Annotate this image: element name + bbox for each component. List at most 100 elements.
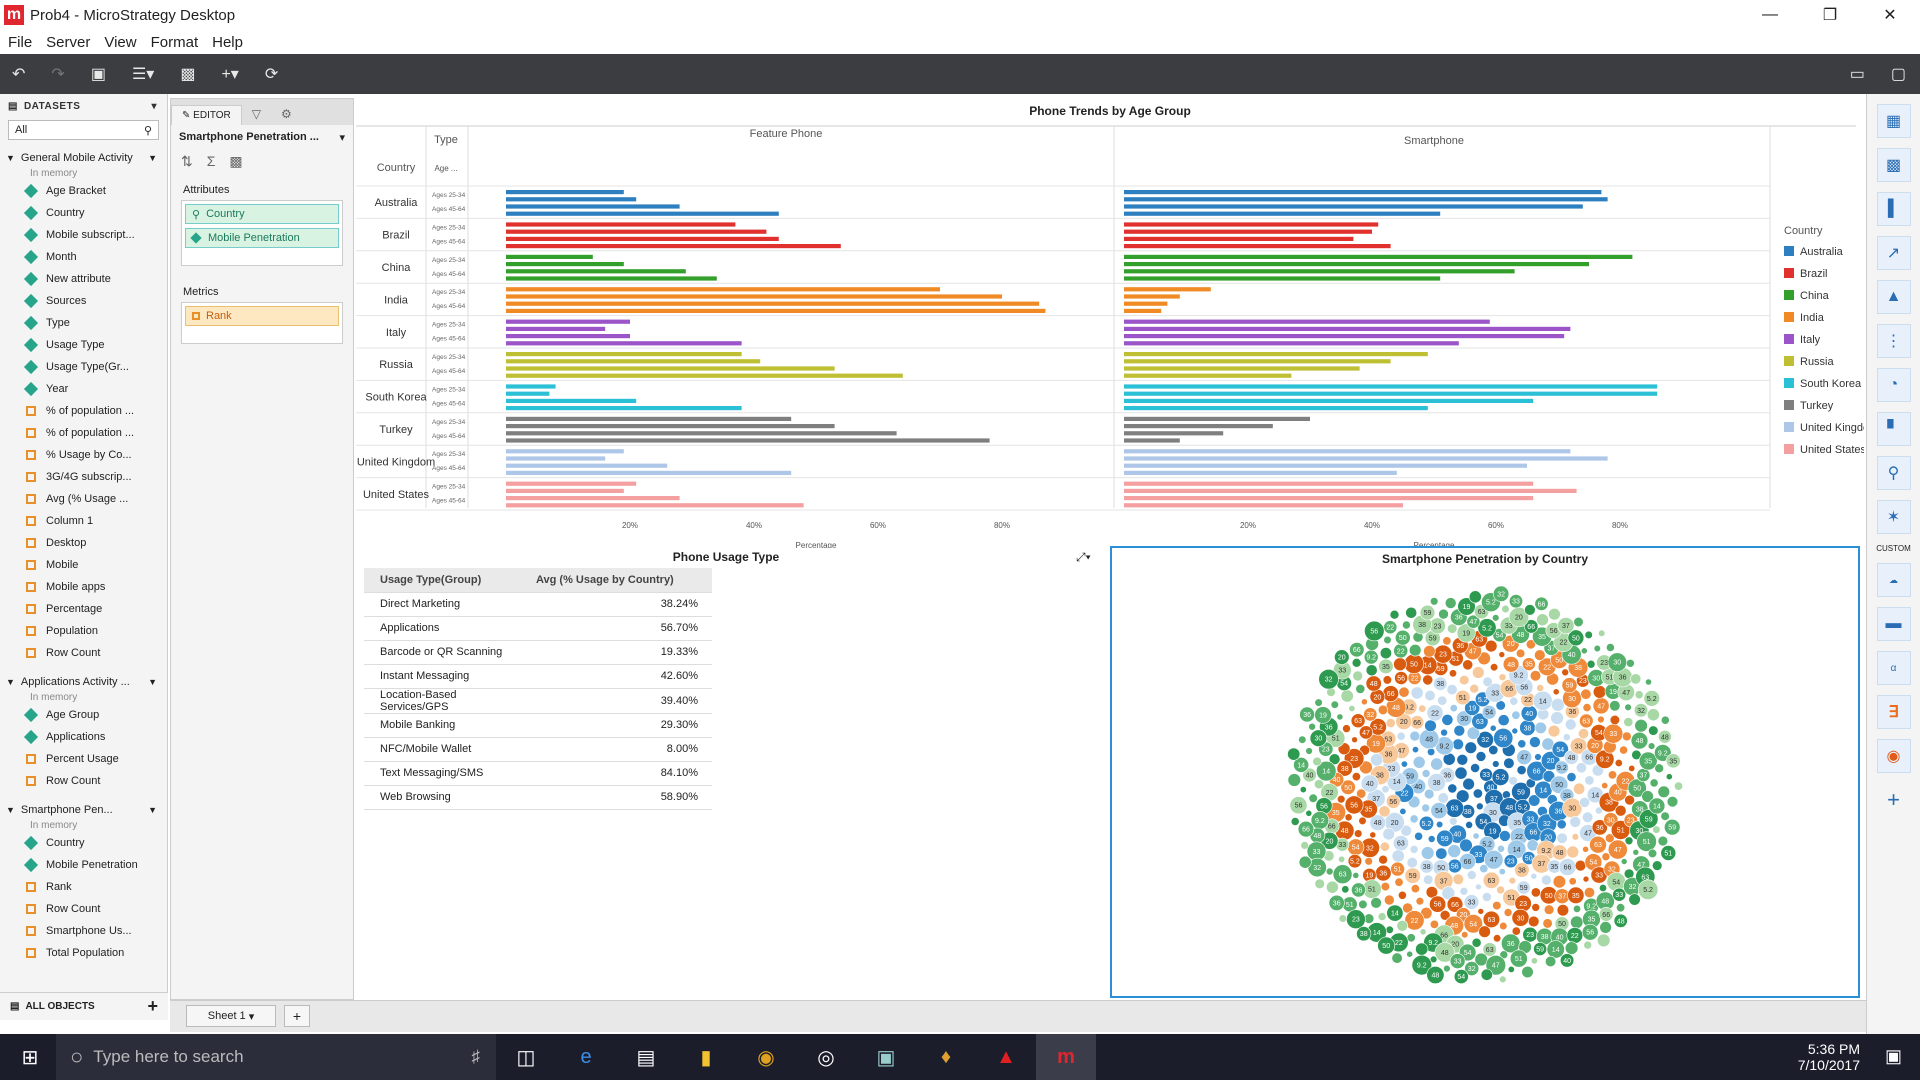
bubble[interactable] bbox=[1338, 914, 1347, 923]
bubble[interactable] bbox=[1470, 763, 1480, 773]
bubble[interactable] bbox=[1480, 968, 1493, 981]
bubble[interactable] bbox=[1472, 832, 1480, 840]
chevron-down-icon[interactable]: ▾ bbox=[151, 101, 157, 112]
bubble[interactable] bbox=[1410, 884, 1420, 894]
bubble[interactable] bbox=[1616, 903, 1626, 913]
fullscreen-icon[interactable]: ▢ bbox=[1891, 64, 1906, 84]
bubble[interactable] bbox=[1552, 688, 1560, 696]
save-icon[interactable]: ▣ bbox=[91, 64, 106, 84]
bubble[interactable] bbox=[1287, 773, 1302, 787]
bubble[interactable] bbox=[1566, 772, 1577, 782]
bubble[interactable] bbox=[1583, 940, 1593, 950]
bubble[interactable] bbox=[1628, 764, 1636, 772]
swap-icon[interactable]: ⇅ bbox=[181, 153, 207, 169]
bubble[interactable] bbox=[1358, 816, 1367, 825]
metric-item[interactable]: 3G/4G subscrip... bbox=[0, 466, 167, 488]
metric-item[interactable]: Total Population bbox=[0, 942, 167, 964]
bubble[interactable] bbox=[1586, 659, 1596, 669]
bubble[interactable] bbox=[1358, 899, 1368, 910]
metric-item[interactable]: Avg (% Usage ... bbox=[0, 488, 167, 510]
undo-icon[interactable]: ↶ bbox=[12, 64, 25, 84]
bubble[interactable] bbox=[1511, 710, 1521, 720]
bubble[interactable] bbox=[1541, 874, 1552, 886]
bubble[interactable] bbox=[1574, 859, 1587, 872]
table-row[interactable]: Web Browsing 58.90% bbox=[364, 785, 712, 810]
bubble[interactable] bbox=[1423, 645, 1436, 658]
bubble[interactable] bbox=[1492, 760, 1500, 768]
add-icon[interactable]: +▾ bbox=[221, 64, 238, 84]
bubble[interactable] bbox=[1462, 659, 1474, 671]
task-view-icon[interactable]: ◫ bbox=[496, 1045, 556, 1070]
table-row[interactable]: Direct Marketing 38.24% bbox=[364, 592, 712, 617]
bubble[interactable] bbox=[1528, 915, 1540, 928]
map-icon[interactable]: ⚲ bbox=[1876, 456, 1911, 490]
attribute-item[interactable]: Mobile Penetration bbox=[0, 854, 167, 876]
bubble[interactable] bbox=[1341, 885, 1350, 894]
bubble[interactable] bbox=[1556, 832, 1568, 844]
bubble[interactable] bbox=[1383, 894, 1395, 906]
bubble[interactable] bbox=[1396, 731, 1406, 741]
bubble[interactable] bbox=[1410, 686, 1424, 700]
bubble[interactable] bbox=[1462, 777, 1475, 791]
bubble[interactable] bbox=[1556, 904, 1570, 917]
bubble[interactable] bbox=[1584, 630, 1593, 640]
box-app-icon[interactable]: ▣ bbox=[856, 1045, 916, 1070]
bubble[interactable] bbox=[1370, 897, 1382, 909]
bubble[interactable] bbox=[1673, 781, 1683, 791]
bubble[interactable] bbox=[1364, 857, 1373, 866]
bubble[interactable] bbox=[1421, 803, 1431, 813]
bubble[interactable] bbox=[1568, 877, 1577, 886]
metric-item[interactable]: Column 1 bbox=[0, 510, 167, 532]
bubble[interactable] bbox=[1447, 783, 1458, 794]
bubble[interactable] bbox=[1508, 877, 1517, 885]
bubble[interactable] bbox=[1503, 757, 1515, 769]
bubble[interactable] bbox=[1634, 719, 1648, 733]
bubble[interactable] bbox=[1409, 814, 1419, 824]
bubble[interactable] bbox=[1337, 795, 1346, 804]
maximize-icon[interactable]: ⤢▾ bbox=[1076, 550, 1091, 565]
bubble[interactable] bbox=[1478, 925, 1491, 938]
bubble[interactable] bbox=[1570, 915, 1584, 929]
bubble[interactable] bbox=[1305, 747, 1313, 755]
table-row[interactable]: Instant Messaging 42.60% bbox=[364, 664, 712, 689]
bubble[interactable] bbox=[1649, 778, 1659, 788]
attribute-pill-mobile-penetration[interactable]: Mobile Penetration bbox=[185, 228, 339, 248]
presentation-icon[interactable]: ▭ bbox=[1850, 64, 1865, 84]
bubble[interactable] bbox=[1442, 636, 1452, 646]
bubble[interactable] bbox=[1624, 836, 1634, 846]
bubble[interactable] bbox=[1607, 770, 1617, 780]
bubble[interactable] bbox=[1468, 590, 1482, 604]
bubble[interactable] bbox=[1369, 831, 1377, 839]
bubble[interactable] bbox=[1582, 845, 1589, 853]
attribute-pill-country[interactable]: ⚲ Country bbox=[185, 204, 339, 224]
bubble[interactable] bbox=[1314, 779, 1325, 790]
bubble[interactable] bbox=[1552, 875, 1567, 889]
metric-item[interactable]: Mobile apps bbox=[0, 576, 167, 598]
add-dataset-icon[interactable]: + bbox=[147, 996, 158, 1017]
format-tab-icon[interactable]: ⚙ bbox=[271, 103, 302, 125]
metric-item[interactable]: % of population ... bbox=[0, 422, 167, 444]
bubble[interactable] bbox=[1573, 782, 1586, 795]
microphone-icon[interactable]: ♯ bbox=[472, 1047, 481, 1067]
bubble[interactable] bbox=[1461, 931, 1469, 939]
bubble[interactable] bbox=[1437, 695, 1448, 706]
menu-server[interactable]: Server bbox=[46, 34, 90, 51]
bubble[interactable] bbox=[1409, 643, 1422, 657]
bubble[interactable] bbox=[1651, 860, 1663, 871]
bubble[interactable] bbox=[1511, 926, 1521, 936]
gantt-icon[interactable]: ▬ bbox=[1876, 607, 1911, 641]
bubble[interactable] bbox=[1598, 883, 1607, 892]
bubble[interactable] bbox=[1529, 670, 1542, 682]
bubble[interactable] bbox=[1492, 614, 1500, 622]
bubble[interactable] bbox=[1314, 878, 1325, 889]
tab-editor[interactable]: ✎ EDITOR bbox=[171, 105, 242, 125]
table-row[interactable]: Mobile Banking 29.30% bbox=[364, 713, 712, 738]
bubble[interactable] bbox=[1503, 908, 1513, 917]
bubble[interactable] bbox=[1580, 688, 1592, 700]
bubble[interactable] bbox=[1314, 698, 1323, 707]
bubble[interactable] bbox=[1378, 854, 1388, 865]
chevron-down-icon[interactable]: ▼ bbox=[148, 677, 157, 687]
metric-item[interactable]: Population bbox=[0, 620, 167, 642]
add-data-icon[interactable]: ☰▾ bbox=[132, 64, 154, 84]
bubble[interactable] bbox=[1547, 724, 1561, 738]
